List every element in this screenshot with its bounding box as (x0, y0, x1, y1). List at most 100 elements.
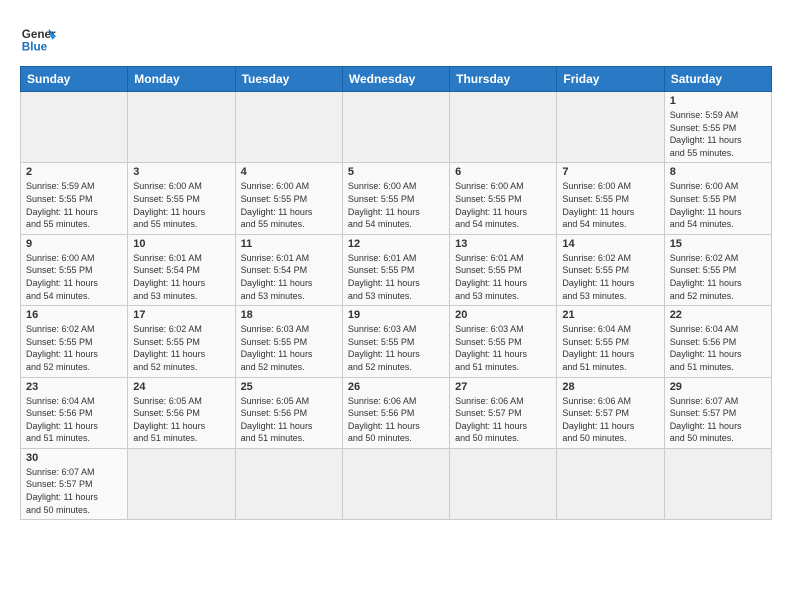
day-number: 24 (133, 381, 229, 393)
day-number: 20 (455, 309, 551, 321)
calendar-day-cell: 30 Sunrise: 6:07 AM Sunset: 5:57 PM Dayli… (21, 448, 128, 519)
calendar-week-row: 1 Sunrise: 5:59 AM Sunset: 5:55 PM Daylig… (21, 92, 772, 163)
day-number: 21 (562, 309, 658, 321)
calendar-day-cell: 27 Sunrise: 6:06 AM Sunset: 5:57 PM Dayli… (450, 377, 557, 448)
day-info: Sunrise: 6:04 AM Sunset: 5:56 PM Dayligh… (670, 323, 766, 373)
calendar-day-cell: 11Sunrise: 6:01 AM Sunset: 5:54 PM Dayli… (235, 234, 342, 305)
day-number: 2 (26, 166, 122, 178)
calendar-week-row: 2 Sunrise: 5:59 AM Sunset: 5:55 PM Daylig… (21, 163, 772, 234)
calendar-day-cell (235, 448, 342, 519)
calendar-day-cell: 8Sunrise: 6:00 AM Sunset: 5:55 PM Daylig… (664, 163, 771, 234)
calendar-day-cell: 10 Sunrise: 6:01 AM Sunset: 5:54 PM Dayli… (128, 234, 235, 305)
day-number: 17 (133, 309, 229, 321)
calendar-table: SundayMondayTuesdayWednesdayThursdayFrid… (20, 66, 772, 520)
day-number: 10 (133, 238, 229, 250)
day-info: Sunrise: 6:03 AM Sunset: 5:55 PM Dayligh… (348, 323, 444, 373)
calendar-day-cell (342, 448, 449, 519)
day-number: 18 (241, 309, 337, 321)
page-header: General Blue (20, 20, 772, 56)
calendar-day-cell: 9 Sunrise: 6:00 AM Sunset: 5:55 PM Daylig… (21, 234, 128, 305)
calendar-day-cell: 13Sunrise: 6:01 AM Sunset: 5:55 PM Dayli… (450, 234, 557, 305)
day-number: 27 (455, 381, 551, 393)
calendar-day-cell: 18 Sunrise: 6:03 AM Sunset: 5:55 PM Dayli… (235, 306, 342, 377)
calendar-day-cell: 3Sunrise: 6:00 AM Sunset: 5:55 PM Daylig… (128, 163, 235, 234)
svg-text:Blue: Blue (22, 41, 48, 54)
calendar-week-row: 23 Sunrise: 6:04 AM Sunset: 5:56 PM Dayli… (21, 377, 772, 448)
day-info: Sunrise: 6:01 AM Sunset: 5:54 PM Dayligh… (241, 252, 337, 302)
day-number: 28 (562, 381, 658, 393)
day-info: Sunrise: 6:01 AM Sunset: 5:55 PM Dayligh… (348, 252, 444, 302)
calendar-day-cell: 22 Sunrise: 6:04 AM Sunset: 5:56 PM Dayli… (664, 306, 771, 377)
calendar-day-cell: 1 Sunrise: 5:59 AM Sunset: 5:55 PM Daylig… (664, 92, 771, 163)
day-number: 30 (26, 452, 122, 464)
day-info: Sunrise: 6:04 AM Sunset: 5:55 PM Dayligh… (562, 323, 658, 373)
day-number: 1 (670, 95, 766, 107)
day-info: Sunrise: 6:02 AM Sunset: 5:55 PM Dayligh… (562, 252, 658, 302)
calendar-day-cell (557, 92, 664, 163)
calendar-day-cell: 17Sunrise: 6:02 AM Sunset: 5:55 PM Dayli… (128, 306, 235, 377)
generalblue-logo-icon: General Blue (20, 20, 56, 56)
day-number: 13 (455, 238, 551, 250)
calendar-week-row: 9 Sunrise: 6:00 AM Sunset: 5:55 PM Daylig… (21, 234, 772, 305)
calendar-day-cell (450, 92, 557, 163)
calendar-day-cell: 23 Sunrise: 6:04 AM Sunset: 5:56 PM Dayli… (21, 377, 128, 448)
day-number: 29 (670, 381, 766, 393)
day-number: 5 (348, 166, 444, 178)
day-number: 23 (26, 381, 122, 393)
day-info: Sunrise: 6:06 AM Sunset: 5:57 PM Dayligh… (455, 395, 551, 445)
day-info: Sunrise: 6:00 AM Sunset: 5:55 PM Dayligh… (26, 252, 122, 302)
day-info: Sunrise: 6:05 AM Sunset: 5:56 PM Dayligh… (241, 395, 337, 445)
day-info: Sunrise: 6:02 AM Sunset: 5:55 PM Dayligh… (670, 252, 766, 302)
calendar-day-cell: 21 Sunrise: 6:04 AM Sunset: 5:55 PM Dayli… (557, 306, 664, 377)
day-number: 16 (26, 309, 122, 321)
calendar-day-cell (128, 448, 235, 519)
day-info: Sunrise: 6:00 AM Sunset: 5:55 PM Dayligh… (562, 180, 658, 230)
day-number: 6 (455, 166, 551, 178)
calendar-day-cell: 19 Sunrise: 6:03 AM Sunset: 5:55 PM Dayli… (342, 306, 449, 377)
calendar-day-cell: 20Sunrise: 6:03 AM Sunset: 5:55 PM Dayli… (450, 306, 557, 377)
calendar-day-cell: 5 Sunrise: 6:00 AM Sunset: 5:55 PM Daylig… (342, 163, 449, 234)
day-number: 15 (670, 238, 766, 250)
day-number: 3 (133, 166, 229, 178)
day-info: Sunrise: 6:07 AM Sunset: 5:57 PM Dayligh… (670, 395, 766, 445)
day-info: Sunrise: 6:06 AM Sunset: 5:56 PM Dayligh… (348, 395, 444, 445)
calendar-day-cell: 16Sunrise: 6:02 AM Sunset: 5:55 PM Dayli… (21, 306, 128, 377)
calendar-day-cell: 4 Sunrise: 6:00 AM Sunset: 5:55 PM Daylig… (235, 163, 342, 234)
day-info: Sunrise: 6:00 AM Sunset: 5:55 PM Dayligh… (241, 180, 337, 230)
day-number: 9 (26, 238, 122, 250)
calendar-day-cell (235, 92, 342, 163)
day-number: 4 (241, 166, 337, 178)
weekday-header-saturday: Saturday (664, 67, 771, 92)
calendar-day-cell: 2 Sunrise: 5:59 AM Sunset: 5:55 PM Daylig… (21, 163, 128, 234)
day-number: 22 (670, 309, 766, 321)
calendar-day-cell (664, 448, 771, 519)
day-info: Sunrise: 6:06 AM Sunset: 5:57 PM Dayligh… (562, 395, 658, 445)
day-number: 12 (348, 238, 444, 250)
calendar-day-cell (128, 92, 235, 163)
calendar-day-cell: 28 Sunrise: 6:06 AM Sunset: 5:57 PM Dayli… (557, 377, 664, 448)
day-info: Sunrise: 6:00 AM Sunset: 5:55 PM Dayligh… (348, 180, 444, 230)
calendar-day-cell: 6 Sunrise: 6:00 AM Sunset: 5:55 PM Daylig… (450, 163, 557, 234)
day-info: Sunrise: 6:07 AM Sunset: 5:57 PM Dayligh… (26, 466, 122, 516)
day-number: 26 (348, 381, 444, 393)
day-number: 7 (562, 166, 658, 178)
calendar-day-cell (21, 92, 128, 163)
day-info: Sunrise: 6:00 AM Sunset: 5:55 PM Dayligh… (455, 180, 551, 230)
day-number: 14 (562, 238, 658, 250)
day-info: Sunrise: 6:03 AM Sunset: 5:55 PM Dayligh… (241, 323, 337, 373)
weekday-header-wednesday: Wednesday (342, 67, 449, 92)
calendar-day-cell (450, 448, 557, 519)
weekday-header-sunday: Sunday (21, 67, 128, 92)
day-info: Sunrise: 5:59 AM Sunset: 5:55 PM Dayligh… (26, 180, 122, 230)
weekday-header-friday: Friday (557, 67, 664, 92)
calendar-day-cell: 24Sunrise: 6:05 AM Sunset: 5:56 PM Dayli… (128, 377, 235, 448)
day-number: 19 (348, 309, 444, 321)
day-info: Sunrise: 5:59 AM Sunset: 5:55 PM Dayligh… (670, 109, 766, 159)
day-info: Sunrise: 6:01 AM Sunset: 5:54 PM Dayligh… (133, 252, 229, 302)
day-number: 25 (241, 381, 337, 393)
day-info: Sunrise: 6:04 AM Sunset: 5:56 PM Dayligh… (26, 395, 122, 445)
day-info: Sunrise: 6:00 AM Sunset: 5:55 PM Dayligh… (670, 180, 766, 230)
calendar-day-cell (557, 448, 664, 519)
weekday-header-monday: Monday (128, 67, 235, 92)
calendar-day-cell: 25 Sunrise: 6:05 AM Sunset: 5:56 PM Dayli… (235, 377, 342, 448)
